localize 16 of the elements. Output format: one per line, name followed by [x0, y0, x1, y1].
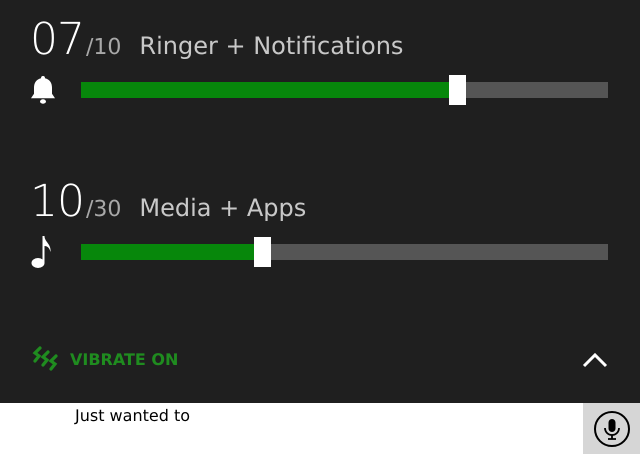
volume-value: 07 [30, 13, 84, 67]
vibrate-toggle[interactable]: VIBRATE ON [30, 345, 178, 375]
chevron-up-icon[interactable] [582, 352, 608, 368]
volume-label: Ringer + Notifications [139, 31, 404, 62]
microphone-icon [592, 408, 632, 448]
volume-slider[interactable] [81, 237, 608, 267]
microphone-button[interactable] [583, 403, 640, 454]
slider-thumb[interactable] [448, 75, 466, 105]
bell-icon [30, 75, 56, 105]
volume-label: Media + Apps [139, 193, 306, 224]
volume-max: /30 [86, 196, 122, 224]
volume-slider[interactable] [81, 75, 608, 105]
slider-thumb[interactable] [254, 237, 271, 267]
volume-max: /10 [86, 34, 122, 62]
music-note-icon [30, 235, 52, 269]
volume-value: 10 [30, 175, 84, 229]
